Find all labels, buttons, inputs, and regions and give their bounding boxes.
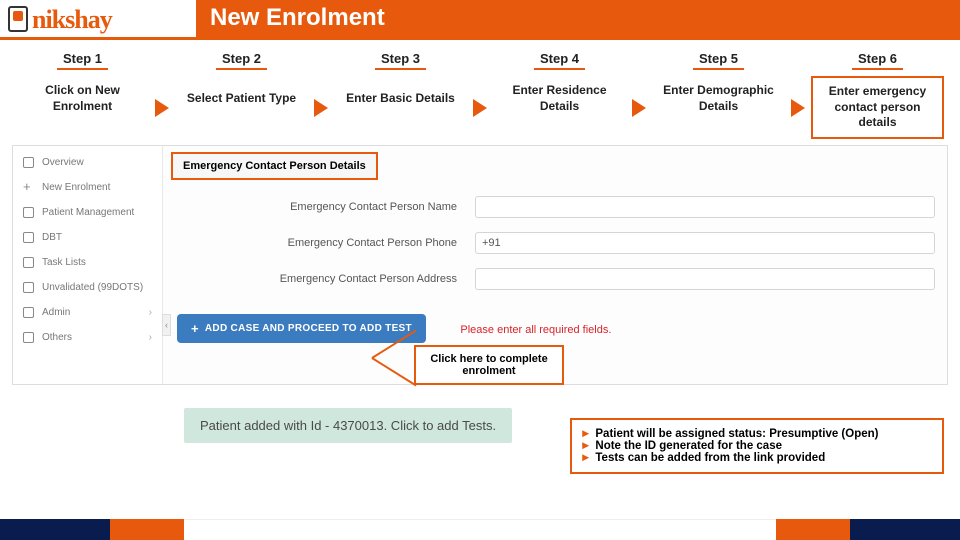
note-item: ►Tests can be added from the link provid… bbox=[580, 452, 932, 464]
sidebar-item-label: Admin bbox=[42, 307, 70, 318]
step-6: Step 6 Enter emergency contact person de… bbox=[805, 50, 950, 139]
field-label: Emergency Contact Person Address bbox=[175, 273, 475, 285]
sidebar-item-new-enrolment[interactable]: + New Enrolment bbox=[13, 175, 162, 200]
step-desc-2: Select Patient Type bbox=[175, 76, 308, 122]
grid-icon bbox=[23, 332, 34, 343]
arrow-icon bbox=[632, 99, 646, 117]
bullet-icon: ► bbox=[580, 428, 591, 440]
sidebar-item-dbt[interactable]: DBT bbox=[13, 225, 162, 250]
sidebar-item-unvalidated[interactable]: Unvalidated (99DOTS) bbox=[13, 275, 162, 300]
sidebar-item-label: New Enrolment bbox=[42, 182, 110, 193]
note-item: ►Patient will be assigned status: Presum… bbox=[580, 428, 932, 440]
step-row: Step 1 Click on New Enrolment Step 2 Sel… bbox=[0, 40, 960, 145]
callout-complete-enrolment: Click here to complete enrolment bbox=[414, 345, 564, 385]
arrow-icon bbox=[473, 99, 487, 117]
step-1: Step 1 Click on New Enrolment bbox=[10, 50, 155, 122]
add-case-button-label: ADD CASE AND PROCEED TO ADD TEST bbox=[205, 323, 412, 334]
sidebar-item-label: Unvalidated (99DOTS) bbox=[42, 282, 143, 293]
arrow-icon bbox=[791, 99, 805, 117]
warning-icon bbox=[23, 282, 34, 293]
step-label-2: Step 2 bbox=[216, 51, 267, 70]
step-label-6: Step 6 bbox=[852, 51, 903, 70]
user-icon bbox=[23, 207, 34, 218]
admin-icon bbox=[23, 307, 34, 318]
sidebar-item-others[interactable]: Others › bbox=[13, 325, 162, 350]
chevron-right-icon: › bbox=[149, 307, 152, 318]
error-message: Please enter all required fields. bbox=[460, 324, 611, 336]
plus-icon: + bbox=[191, 321, 199, 336]
contact-name-input[interactable] bbox=[475, 196, 935, 218]
bullet-icon: ► bbox=[580, 440, 591, 452]
page-title: New Enrolment bbox=[210, 4, 385, 32]
sidebar-item-label: DBT bbox=[42, 232, 62, 243]
app-area: Overview + New Enrolment Patient Manageme… bbox=[12, 145, 948, 385]
step-desc-6: Enter emergency contact person details bbox=[811, 76, 944, 139]
card-icon bbox=[23, 232, 34, 243]
sidebar-item-label: Task Lists bbox=[42, 257, 86, 268]
sidebar-item-task-lists[interactable]: Task Lists bbox=[13, 250, 162, 275]
contact-phone-input[interactable] bbox=[475, 232, 935, 254]
step-4: Step 4 Enter Residence Details bbox=[487, 50, 632, 122]
sidebar-item-label: Overview bbox=[42, 157, 84, 168]
success-toast[interactable]: Patient added with Id - 4370013. Click t… bbox=[184, 408, 512, 443]
section-heading: Emergency Contact Person Details bbox=[171, 152, 378, 180]
accent-line bbox=[0, 37, 960, 40]
step-desc-5: Enter Demographic Details bbox=[652, 76, 785, 122]
field-label: Emergency Contact Person Phone bbox=[175, 237, 475, 249]
contact-address-input[interactable] bbox=[475, 268, 935, 290]
step-5: Step 5 Enter Demographic Details bbox=[646, 50, 791, 122]
step-3: Step 3 Enter Basic Details bbox=[328, 50, 473, 122]
step-desc-3: Enter Basic Details bbox=[334, 76, 467, 122]
sidebar-item-overview[interactable]: Overview bbox=[13, 150, 162, 175]
footer-bar bbox=[0, 519, 960, 540]
arrow-icon bbox=[314, 99, 328, 117]
step-2: Step 2 Select Patient Type bbox=[169, 50, 314, 122]
step-label-4: Step 4 bbox=[534, 51, 585, 70]
sidebar-item-label: Others bbox=[42, 332, 72, 343]
gauge-icon bbox=[23, 157, 34, 168]
bullet-icon: ► bbox=[580, 452, 591, 464]
sidebar-item-label: Patient Management bbox=[42, 207, 134, 218]
notes-box: ►Patient will be assigned status: Presum… bbox=[570, 418, 944, 474]
field-label: Emergency Contact Person Name bbox=[175, 201, 475, 213]
step-label-1: Step 1 bbox=[57, 51, 108, 70]
step-desc-4: Enter Residence Details bbox=[493, 76, 626, 122]
form-row-name: Emergency Contact Person Name bbox=[175, 196, 935, 218]
sidebar-item-patient-mgmt[interactable]: Patient Management bbox=[13, 200, 162, 225]
sidebar: Overview + New Enrolment Patient Manageme… bbox=[13, 146, 163, 384]
plus-icon: + bbox=[23, 182, 34, 193]
title-bar: nikshay New Enrolment bbox=[0, 0, 960, 40]
step-label-5: Step 5 bbox=[693, 51, 744, 70]
list-icon bbox=[23, 257, 34, 268]
form-row-address: Emergency Contact Person Address bbox=[175, 268, 935, 290]
chevron-right-icon: › bbox=[149, 332, 152, 343]
step-label-3: Step 3 bbox=[375, 51, 426, 70]
sidebar-item-admin[interactable]: Admin › bbox=[13, 300, 162, 325]
logo-box: nikshay bbox=[0, 0, 196, 40]
form-row-phone: Emergency Contact Person Phone bbox=[175, 232, 935, 254]
note-item: ►Note the ID generated for the case bbox=[580, 440, 932, 452]
add-case-button[interactable]: + ADD CASE AND PROCEED TO ADD TEST bbox=[177, 314, 426, 343]
app-logo: nikshay bbox=[8, 5, 112, 35]
arrow-icon bbox=[155, 99, 169, 117]
step-desc-1: Click on New Enrolment bbox=[16, 76, 149, 122]
